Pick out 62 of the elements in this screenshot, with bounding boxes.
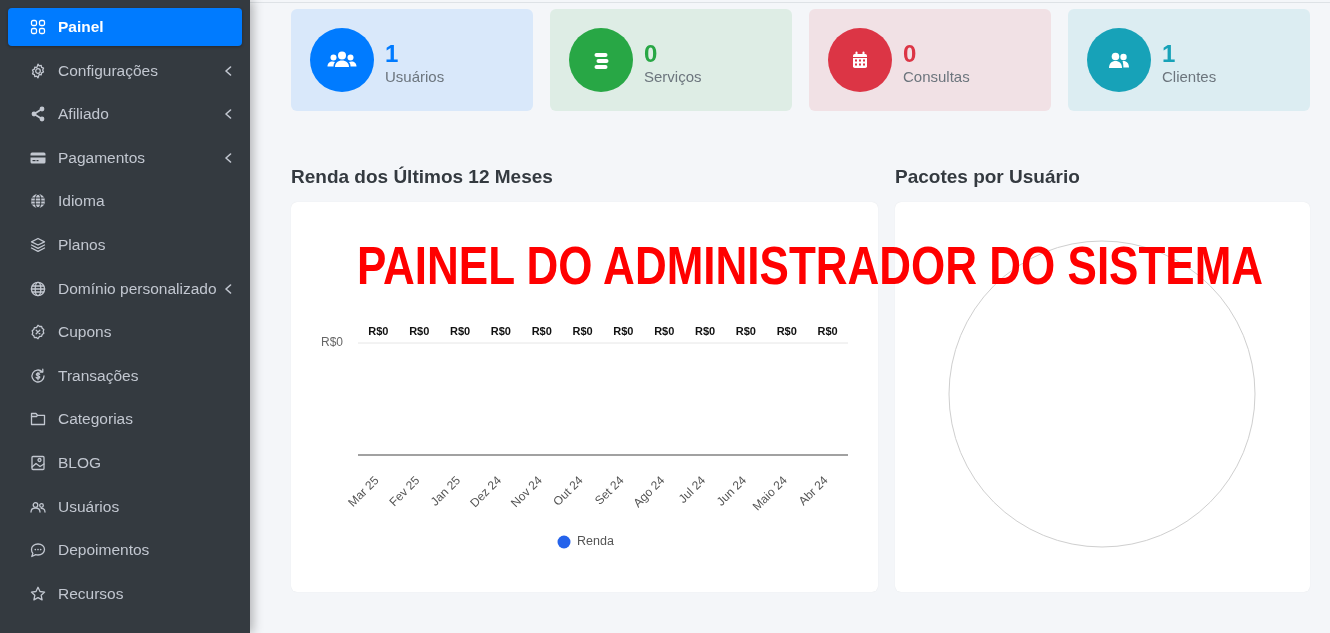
panel-title: Pacotes por Usuário <box>895 165 1080 189</box>
axis-label: R$0 <box>321 335 343 350</box>
panel-title: Renda dos Últimos 12 Meses <box>291 165 553 189</box>
axis-label: Set 24 <box>592 473 627 508</box>
value-label: R$0 <box>450 325 471 337</box>
sidebar-item[interactable]: Recursos <box>8 574 242 613</box>
sidebar-item[interactable]: Configurações <box>8 51 242 90</box>
value-label: R$0 <box>572 325 593 337</box>
sidebar-item[interactable]: Transações <box>8 356 242 395</box>
stat-label: Consultas <box>903 66 970 87</box>
stat-label: Serviços <box>644 66 702 87</box>
chat-icon <box>30 542 46 559</box>
globe-icon <box>30 280 46 297</box>
sidebar-item[interactable]: Domínio personalizado <box>8 269 242 308</box>
stat-label: Clientes <box>1162 66 1217 87</box>
badge-icon <box>30 324 46 341</box>
sidebar-item[interactable]: Pagamentos <box>8 138 242 177</box>
value-label: R$0 <box>613 325 634 337</box>
sidebar-item[interactable]: Idioma <box>8 182 242 221</box>
value-label: R$0 <box>735 325 756 337</box>
layers-icon <box>30 236 46 253</box>
axis-label: Jul 24 <box>675 473 709 506</box>
axis-label: Abr 24 <box>795 473 831 509</box>
stat-label: Usuários <box>385 66 445 87</box>
axis-label: Fev 25 <box>386 473 423 510</box>
sidebar-item[interactable]: Planos <box>8 225 242 264</box>
stat-value: 0 <box>903 39 918 67</box>
overlay-caption: PAINEL DO ADMINISTRADOR DO SISTEMA <box>357 240 1264 293</box>
value-label: R$0 <box>817 325 838 337</box>
sidebar-item[interactable]: Afiliado <box>8 95 242 134</box>
axis-label: Dez 24 <box>467 473 505 510</box>
gear-icon <box>30 62 46 79</box>
value-label: R$0 <box>695 325 716 337</box>
grid-icon <box>30 19 46 35</box>
globe-icon <box>30 193 46 210</box>
share-icon <box>30 106 46 123</box>
value-label: R$0 <box>531 325 552 337</box>
axis-label: Nov 24 <box>508 473 545 510</box>
axis-label: Mar 25 <box>345 473 382 510</box>
stat-value: 1 <box>385 39 400 67</box>
legend-label: Renda <box>577 534 614 549</box>
value-label: R$0 <box>490 325 511 337</box>
axis-label: Out 24 <box>550 473 586 509</box>
picture-icon <box>30 454 46 471</box>
axis-label: Jan 25 <box>427 473 464 509</box>
value-label: R$0 <box>776 325 797 337</box>
value-label: R$0 <box>654 325 675 337</box>
sidebar-item[interactable]: Cupons <box>8 313 242 352</box>
value-label: R$0 <box>409 325 430 337</box>
sidebar-item[interactable]: Painel <box>8 8 242 46</box>
dollar-cycle-icon <box>30 367 46 384</box>
folder-icon <box>30 411 46 428</box>
axis-label: Jun 24 <box>713 473 750 509</box>
axis-label: Ago 24 <box>630 473 668 510</box>
stat-value: 1 <box>1162 39 1177 67</box>
sidebar-item[interactable]: Usuários <box>8 487 242 526</box>
stat-value: 0 <box>644 39 659 67</box>
value-label: R$0 <box>368 325 389 337</box>
star-icon <box>30 585 46 602</box>
sidebar-item[interactable]: Depoimentos <box>8 531 242 570</box>
sidebar-item[interactable]: BLOG <box>8 443 242 482</box>
sidebar-item[interactable]: Categorias <box>8 400 242 439</box>
